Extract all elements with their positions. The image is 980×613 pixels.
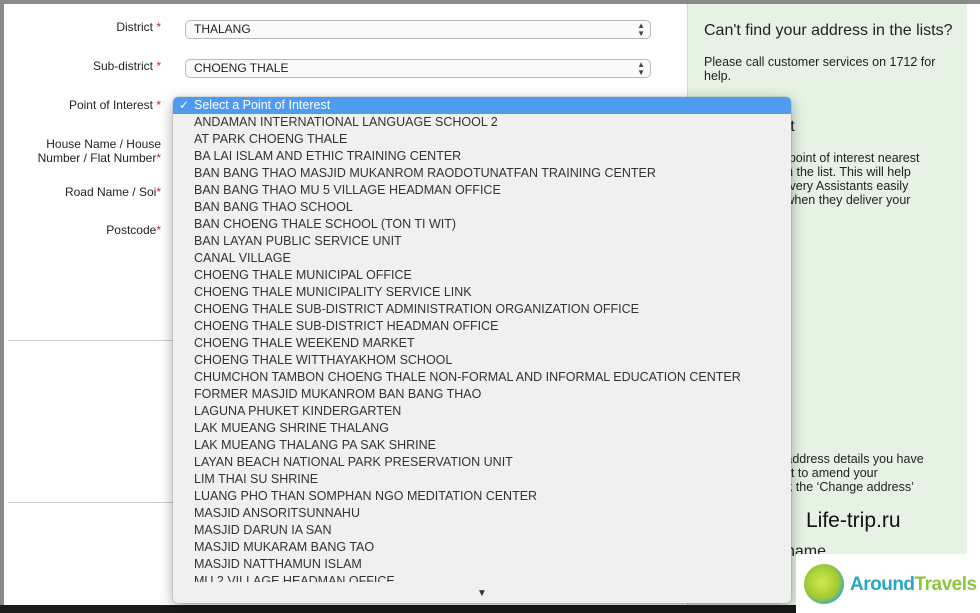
poi-option[interactable]: LAK MUEANG THALANG PA SAK SHRINE: [173, 437, 791, 454]
house-name-label-line2: Number / Flat Number: [37, 151, 157, 165]
details-line: ne address details you have: [768, 452, 924, 466]
poi-label-text: Point of Interest: [68, 98, 153, 112]
poi-option-label: Select a Point of Interest: [194, 98, 331, 112]
poi-option[interactable]: LIM THAI SU SHRINE: [173, 471, 791, 488]
logo-text: AroundTravels: [850, 574, 977, 596]
poi-option[interactable]: MASJID MUKARAM BANG TAO: [173, 539, 791, 556]
details-line: want to amend your: [768, 466, 878, 480]
district-value: THALANG: [194, 22, 251, 36]
poi-option[interactable]: BAN BANG THAO MU 5 VILLAGE HEADMAN OFFIC…: [173, 182, 791, 199]
poi-option[interactable]: CHUMCHON TAMBON CHOENG THALE NON-FORMAL …: [173, 369, 791, 386]
scroll-down-arrow-icon[interactable]: ▼: [173, 588, 791, 599]
poi-options-list[interactable]: ✓ Select a Point of Interest ANDAMAN INT…: [173, 97, 791, 582]
poi-dropdown-menu[interactable]: ✓ Select a Point of Interest ANDAMAN INT…: [173, 97, 791, 603]
poi-help-line: on when they deliver your: [768, 193, 911, 207]
district-label-text: District: [116, 20, 153, 34]
poi-option[interactable]: ANDAMAN INTERNATIONAL LANGUAGE SCHOOL 2: [173, 114, 791, 131]
poi-help-line: the point of interest nearest: [768, 151, 920, 165]
select-arrows-icon: ▲ ▼: [637, 20, 645, 38]
poi-option[interactable]: LAYAN BEACH NATIONAL PARK PRESERVATION U…: [173, 454, 791, 471]
details-text: ne address details you have want to amen…: [768, 452, 958, 494]
poi-option[interactable]: CANAL VILLAGE: [173, 250, 791, 267]
aroundtravels-logo: AroundTravels: [796, 554, 980, 613]
poi-option[interactable]: LUANG PHO THAN SOMPHAN NGO MEDITATION CE…: [173, 488, 791, 505]
details-line: click the ‘Change address’: [768, 480, 914, 494]
poi-option[interactable]: MU 2 VILLAGE HEADMAN OFFICE: [173, 573, 791, 582]
help-title: Can't find your address in the lists?: [704, 22, 953, 39]
district-select[interactable]: THALANG ▲ ▼: [185, 20, 651, 39]
poi-option[interactable]: CHOENG THALE WITTHAYAKHOM SCHOOL: [173, 352, 791, 369]
poi-option[interactable]: CHOENG THALE WEEKEND MARKET: [173, 335, 791, 352]
sub-district-value: CHOENG THALE: [194, 61, 289, 75]
poi-option[interactable]: BA LAI ISLAM AND ETHIC TRAINING CENTER: [173, 148, 791, 165]
select-arrows-icon: ▲ ▼: [637, 59, 645, 77]
poi-help-line: Delivery Assistants easily: [768, 179, 909, 193]
poi-option[interactable]: LAK MUEANG SHRINE THALANG: [173, 420, 791, 437]
postcode-label-text: Postcode: [106, 223, 157, 237]
watermark-text: Life-trip.ru: [806, 509, 901, 532]
globe-icon: [804, 564, 844, 604]
poi-option[interactable]: MASJID DARUN IA SAN: [173, 522, 791, 539]
house-name-label-line1: House Name / House: [46, 137, 161, 151]
poi-option[interactable]: CHOENG THALE SUB-DISTRICT ADMINISTRATION…: [173, 301, 791, 318]
sub-district-label-text: Sub-district: [92, 59, 153, 73]
poi-option[interactable]: AT PARK CHOENG THALE: [173, 131, 791, 148]
poi-option[interactable]: BAN LAYAN PUBLIC SERVICE UNIT: [173, 233, 791, 250]
road-name-label-text: Road Name / Soi: [64, 185, 157, 199]
poi-option[interactable]: CHOENG THALE MUNICIPAL OFFICE: [173, 267, 791, 284]
poi-help-line: from the list. This will help: [768, 165, 911, 179]
poi-option[interactable]: BAN BANG THAO SCHOOL: [173, 199, 791, 216]
poi-option[interactable]: MASJID NATTHAMUN ISLAM: [173, 556, 791, 573]
poi-help-text: the point of interest nearest from the l…: [768, 151, 958, 207]
sub-district-select[interactable]: CHOENG THALE ▲ ▼: [185, 59, 651, 78]
poi-option[interactable]: CHOENG THALE SUB-DISTRICT HEADMAN OFFICE: [173, 318, 791, 335]
help-text: Please call customer services on 1712 fo…: [704, 55, 936, 83]
poi-option[interactable]: LAGUNA PHUKET KINDERGARTEN: [173, 403, 791, 420]
required-mark: *: [156, 20, 161, 34]
poi-option[interactable]: CHOENG THALE MUNICIPALITY SERVICE LINK: [173, 284, 791, 301]
page-edge: [967, 4, 980, 605]
poi-option-selected[interactable]: ✓ Select a Point of Interest: [173, 97, 791, 114]
logo-text-part1: Around: [850, 574, 915, 595]
poi-option[interactable]: BAN CHOENG THALE SCHOOL (TON TI WIT): [173, 216, 791, 233]
required-mark: *: [156, 98, 161, 112]
poi-option[interactable]: MASJID ANSORITSUNNAHU: [173, 505, 791, 522]
poi-option[interactable]: BAN BANG THAO MASJID MUKANROM RAODOTUNAT…: [173, 165, 791, 182]
required-mark: *: [156, 59, 161, 73]
required-mark: *: [156, 223, 161, 237]
required-mark: *: [156, 151, 161, 165]
logo-text-part2: Travels: [914, 574, 978, 595]
checkmark-icon: ✓: [179, 98, 190, 112]
required-mark: *: [156, 185, 161, 199]
poi-option[interactable]: FORMER MASJID MUKANROM BAN BANG THAO: [173, 386, 791, 403]
